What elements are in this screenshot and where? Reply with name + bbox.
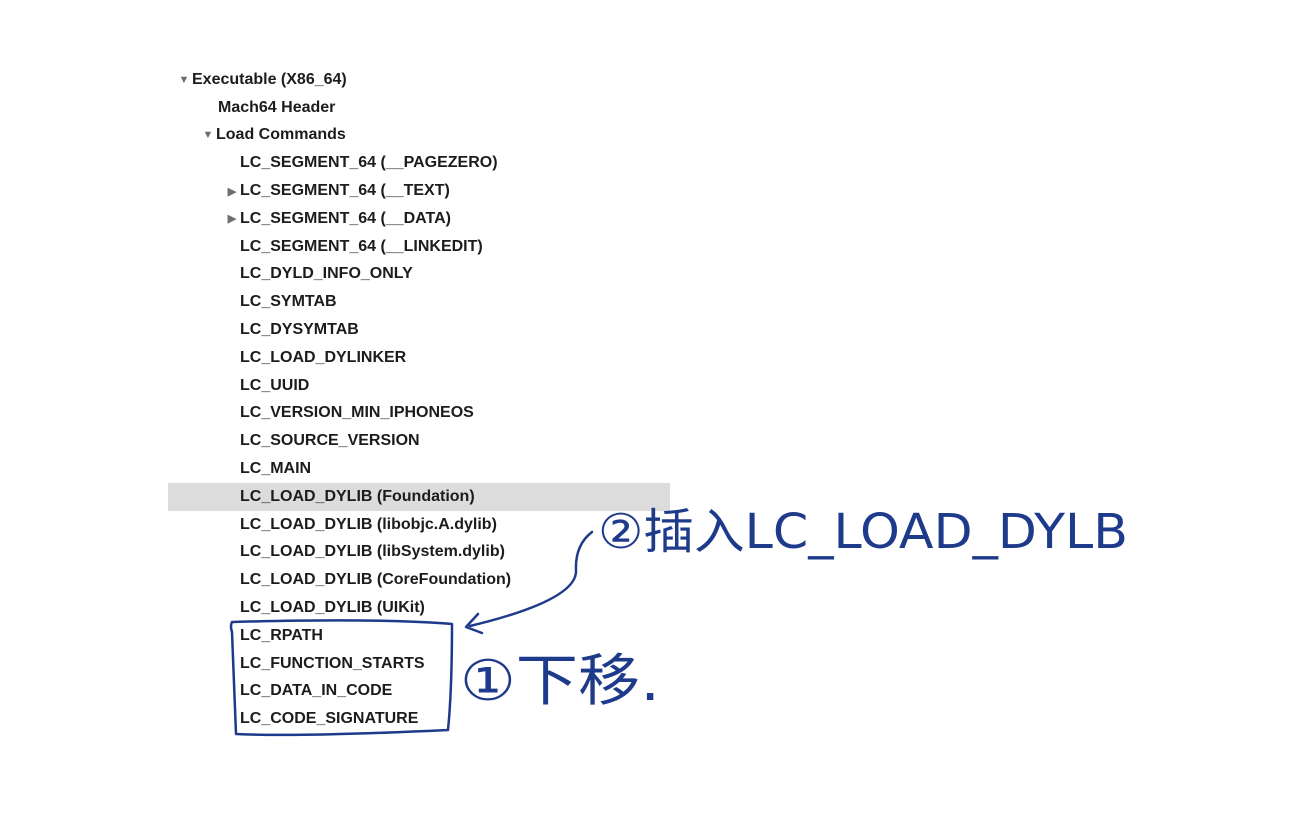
- tree-row-load-command[interactable]: LC_DYLD_INFO_ONLY: [168, 261, 670, 289]
- tree-row-label: LC_SEGMENT_64 (__LINKEDIT): [240, 237, 483, 255]
- tree-row-load-command[interactable]: ▶ LC_SEGMENT_64 (__TEXT): [168, 177, 670, 205]
- tree-row-label: LC_SEGMENT_64 (__DATA): [240, 209, 451, 227]
- tree-row-load-command[interactable]: LC_SEGMENT_64 (__PAGEZERO): [168, 149, 670, 177]
- tree-row-load-command[interactable]: LC_LOAD_DYLIB (UIKit): [168, 594, 670, 622]
- tree-row-label: LC_MAIN: [240, 460, 312, 478]
- tree-row-label: LC_RPATH: [240, 626, 323, 644]
- tree-row-load-command[interactable]: LC_RPATH: [168, 622, 670, 650]
- tree-row-load-command[interactable]: LC_SEGMENT_64 (__LINKEDIT): [168, 233, 670, 261]
- tree-row-label: LC_LOAD_DYLIB (libSystem.dylib): [240, 543, 505, 561]
- tree-row-load-command[interactable]: LC_SYMTAB: [168, 288, 670, 316]
- tree-row-label: LC_UUID: [240, 376, 310, 394]
- tree-row-load-command[interactable]: LC_LOAD_DYLIB (libobjc.A.dylib): [168, 511, 670, 539]
- tree-row-label: LC_LOAD_DYLIB (Foundation): [240, 487, 475, 505]
- tree-row-load-command[interactable]: ▶ LC_SEGMENT_64 (__DATA): [168, 205, 670, 233]
- tree-row-executable[interactable]: ▼ Executable (X86_64): [168, 66, 670, 94]
- tree-row-load-command[interactable]: LC_DATA_IN_CODE: [168, 678, 670, 706]
- annotation-step2: ②插入LC_LOAD_DYLB: [598, 504, 1128, 560]
- tree-row-load-command[interactable]: LC_UUID: [168, 372, 670, 400]
- tree-row-load-command[interactable]: LC_LOAD_DYLINKER: [168, 344, 670, 372]
- tree-row-mach64-header[interactable]: Mach64 Header: [168, 94, 670, 122]
- tree-row-label: LC_DYLD_INFO_ONLY: [240, 265, 413, 283]
- tree-row-label: Load Commands: [216, 126, 346, 144]
- tree-row-load-command[interactable]: LC_MAIN: [168, 455, 670, 483]
- disclosure-collapsed-icon[interactable]: ▶: [226, 185, 238, 198]
- disclosure-expanded-icon[interactable]: ▼: [178, 74, 190, 86]
- tree-row-load-command[interactable]: LC_CODE_SIGNATURE: [168, 705, 670, 733]
- disclosure-expanded-icon[interactable]: ▼: [202, 129, 214, 141]
- tree-row-label: LC_VERSION_MIN_IPHONEOS: [240, 404, 474, 422]
- tree-row-label: LC_LOAD_DYLIB (libobjc.A.dylib): [240, 515, 497, 533]
- tree-row-label: LC_CODE_SIGNATURE: [240, 710, 419, 728]
- tree-row-label: LC_SEGMENT_64 (__PAGEZERO): [240, 154, 498, 172]
- tree-row-label: LC_SEGMENT_64 (__TEXT): [240, 182, 450, 200]
- tree-row-label: LC_LOAD_DYLINKER: [240, 348, 407, 366]
- tree-row-load-commands[interactable]: ▼ Load Commands: [168, 122, 670, 150]
- tree-row-label: LC_SYMTAB: [240, 293, 337, 311]
- tree-row-load-command[interactable]: LC_VERSION_MIN_IPHONEOS: [168, 400, 670, 428]
- tree-row-load-command[interactable]: LC_SOURCE_VERSION: [168, 427, 670, 455]
- tree-row-label: LC_LOAD_DYLIB (UIKit): [240, 599, 425, 617]
- tree-row-label: LC_DATA_IN_CODE: [240, 682, 393, 700]
- disclosure-collapsed-icon[interactable]: ▶: [226, 212, 238, 225]
- tree-row-load-command[interactable]: LC_LOAD_DYLIB (libSystem.dylib): [168, 539, 670, 567]
- tree-row-label: Mach64 Header: [218, 98, 336, 116]
- tree-row-label: LC_SOURCE_VERSION: [240, 432, 420, 450]
- tree-row-load-command[interactable]: LC_FUNCTION_STARTS: [168, 650, 670, 678]
- tree-row-load-command[interactable]: LC_LOAD_DYLIB (CoreFoundation): [168, 566, 670, 594]
- tree-row-label: LC_FUNCTION_STARTS: [240, 654, 425, 672]
- tree-row-label: Executable (X86_64): [192, 70, 347, 88]
- tree-row-load-command[interactable]: LC_DYSYMTAB: [168, 316, 670, 344]
- tree-row-label: LC_LOAD_DYLIB (CoreFoundation): [240, 571, 512, 589]
- tree-row-label: LC_DYSYMTAB: [240, 321, 359, 339]
- tree-row-load-command[interactable]: LC_LOAD_DYLIB (Foundation): [168, 483, 670, 511]
- load-commands-tree: ▼ Executable (X86_64) Mach64 Header ▼ Lo…: [168, 66, 670, 732]
